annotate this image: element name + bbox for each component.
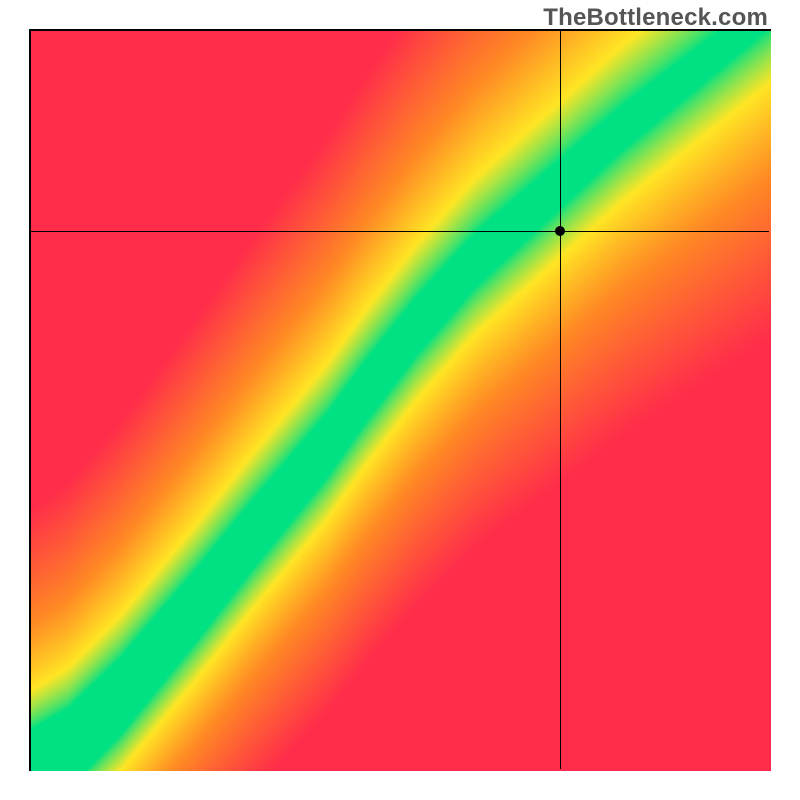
heatmap-canvas: [31, 31, 771, 771]
watermark-text: TheBottleneck.com: [543, 4, 768, 32]
heatmap-plot: [29, 29, 771, 771]
